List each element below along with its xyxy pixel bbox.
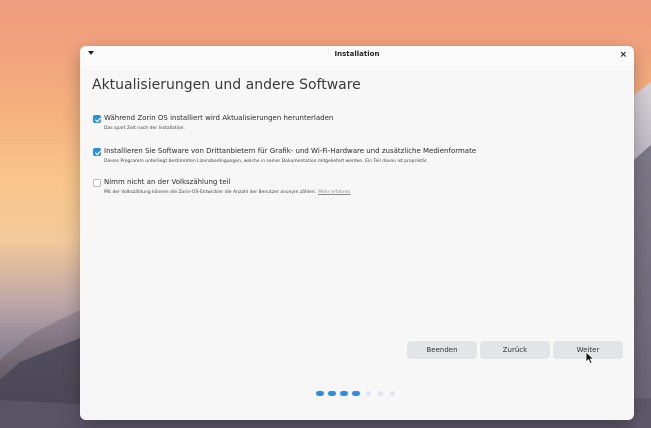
progress-dot-4: [352, 391, 360, 396]
progress-dot-6: [378, 391, 383, 396]
close-button[interactable]: ×: [619, 49, 627, 61]
third-party-label[interactable]: Installieren Sie Software von Drittanbie…: [104, 147, 476, 155]
desktop-background: Installation × Aktualisierungen und ande…: [0, 0, 651, 428]
mouse-pointer-icon: [585, 351, 594, 364]
progress-dot-5: [366, 391, 371, 396]
quit-button[interactable]: Beenden: [407, 341, 477, 359]
census-checkbox[interactable]: [93, 179, 101, 187]
installer-window: Installation × Aktualisierungen und ande…: [80, 46, 634, 420]
census-label[interactable]: Nimm nicht an der Volkszählung teil: [104, 178, 231, 186]
progress-dot-2: [328, 391, 336, 396]
progress-dot-7: [390, 391, 395, 396]
third-party-checkbox[interactable]: [93, 148, 101, 156]
back-button[interactable]: Zurück: [480, 341, 550, 359]
window-titlebar: Installation ×: [80, 46, 634, 66]
download-updates-label[interactable]: Während Zorin OS installiert wird Aktual…: [104, 114, 333, 122]
page-title: Aktualisierungen und andere Software: [92, 77, 361, 93]
download-updates-description: Das spart Zeit nach der Installation.: [104, 126, 185, 131]
census-description-text: Mit der Volkszählung können die Zorin-OS…: [104, 190, 317, 195]
learn-more-link[interactable]: Mehr erfahren: [318, 190, 350, 195]
census-description: Mit der Volkszählung können die Zorin-OS…: [104, 190, 350, 195]
progress-dot-1: [316, 391, 324, 396]
check-icon: [95, 117, 101, 123]
check-icon: [95, 150, 101, 156]
progress-dot-3: [340, 391, 348, 396]
third-party-description: Dieses Programm unterliegt bestimmten Li…: [104, 159, 428, 164]
download-updates-checkbox[interactable]: [93, 115, 101, 123]
window-title: Installation: [334, 50, 380, 58]
